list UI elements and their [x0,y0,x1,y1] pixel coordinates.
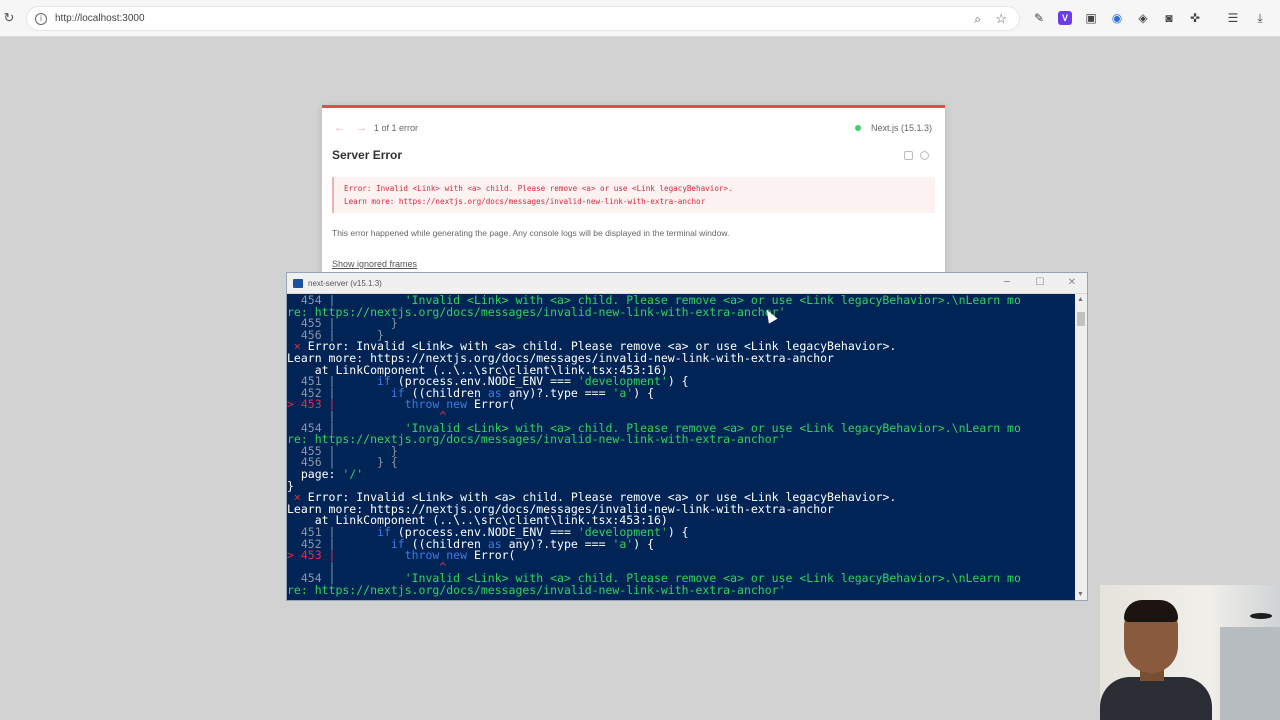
terminal-line: page: '/' [287,467,364,481]
v-extension-icon[interactable]: V [1058,11,1072,25]
eye-icon[interactable]: ◈ [1136,11,1150,25]
browser-toolbar: ↻ i http://localhost:3000 ⌕ ☆ ✎ V ▣ ◉ ◈ … [0,0,1280,37]
reload-icon[interactable]: ↻ [2,11,16,25]
show-ignored-frames-link[interactable]: Show ignored frames [332,259,417,269]
scroll-up-icon[interactable]: ▲ [1077,296,1084,303]
nextjs-version: Next.js (15.1.3) [871,123,933,133]
powershell-icon [293,279,303,288]
nextjs-error-overlay: ← → 1 of 1 error Next.js (15.1.3) Server… [322,105,945,275]
scroll-down-icon[interactable]: ▼ [1077,591,1084,598]
error-message-line: Error: Invalid <Link> with <a> child. Pl… [344,184,733,193]
bookmark-star-icon[interactable]: ☆ [995,11,1007,27]
presenter-webcam [1100,585,1280,720]
terminal-scrollbar[interactable]: ▲ ▼ [1075,294,1087,600]
terminal-segment: ) { [633,536,655,551]
terminal-segment: ) { [667,374,689,389]
minimize-button[interactable]: ─ [999,275,1015,291]
terminal-segment: Error( [467,548,516,563]
site-info-icon[interactable]: i [35,13,47,25]
maximize-button[interactable]: ☐ [1032,275,1048,291]
terminal-segment: ) { [633,385,655,400]
terminal-segment: re: https://nextjs.org/docs/messages/inv… [287,583,786,597]
terminal-segment: page: [287,467,343,481]
error-count: 1 of 1 error [374,123,419,133]
error-title: Server Error [332,148,403,162]
error-nav-arrows[interactable]: ← → [334,122,371,134]
zoom-icon[interactable]: ⌕ [974,12,981,27]
terminal-titlebar[interactable]: next-server (v15.1.3) ─ ☐ ✕ [287,273,1087,294]
terminal-output[interactable]: 454 | 'Invalid <Link> with <a> child. Pl… [287,294,1075,600]
status-dot-icon [855,125,861,131]
cast-icon[interactable]: ▣ [1084,11,1098,25]
address-bar[interactable]: i http://localhost:3000 ⌕ ☆ [26,6,1020,31]
puzzle-icon[interactable]: ✜ [1188,11,1202,25]
terminal-segment: any)?.type === [501,536,613,551]
terminal-segment: Error( [467,397,516,412]
terminal-window[interactable]: next-server (v15.1.3) ─ ☐ ✕ 454 | 'Inval… [286,272,1088,601]
camera-icon[interactable]: ◙ [1162,11,1176,25]
download-icon[interactable]: ⤓ [1253,11,1267,25]
error-hint: This error happened while generating the… [332,228,730,238]
terminal-line: re: https://nextjs.org/docs/messages/inv… [287,583,786,597]
capture-icon[interactable]: ◉ [1110,11,1124,25]
url-text[interactable]: http://localhost:3000 [55,13,145,24]
open-in-editor-icon[interactable] [920,151,929,160]
terminal-title: next-server (v15.1.3) [308,279,382,288]
error-message-box: Error: Invalid <Link> with <a> child. Pl… [332,177,935,213]
close-button[interactable]: ✕ [1064,275,1080,291]
pen-icon[interactable]: ✎ [1032,11,1046,25]
menu-list-icon[interactable]: ☰ [1226,11,1240,25]
scroll-thumb[interactable] [1077,312,1085,326]
terminal-segment: any)?.type === [501,385,613,400]
terminal-segment: ) { [667,525,689,539]
copy-icon[interactable] [904,151,913,160]
terminal-segment: 'a' [612,536,634,551]
terminal-segment: 'a' [612,385,634,400]
terminal-segment: '/' [342,467,364,481]
error-learn-more-line[interactable]: Learn more: https://nextjs.org/docs/mess… [344,197,705,206]
